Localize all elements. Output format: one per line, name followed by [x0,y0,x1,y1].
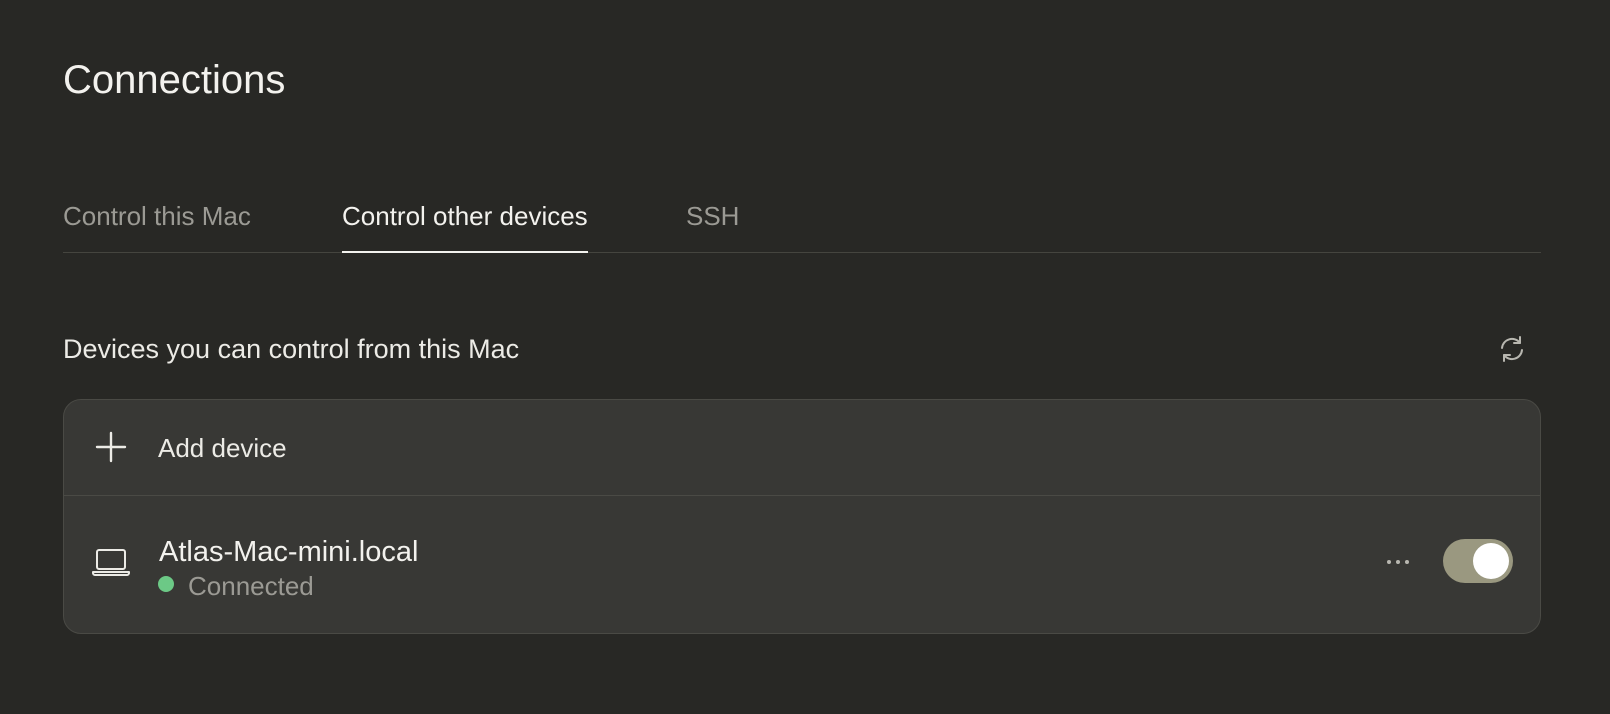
more-options-button[interactable] [1380,546,1416,578]
add-device-label: Add device [158,433,287,463]
device-status: Connected [188,571,314,601]
laptop-icon [92,549,130,576]
plus-icon [95,431,127,463]
refresh-button[interactable] [1494,331,1530,367]
device-name: Atlas-Mac-mini.local [159,536,419,568]
device-list: Add device Atlas-Mac-mini.local Connecte… [63,399,1541,634]
ellipsis-icon [1387,560,1391,564]
add-device-button[interactable]: Add device [64,400,1540,496]
refresh-icon [1501,336,1523,362]
tab-ssh[interactable]: SSH [686,190,739,252]
device-enable-toggle[interactable] [1443,539,1513,583]
status-indicator [158,576,174,592]
section-title: Devices you can control from this Mac [63,334,520,364]
toggle-knob [1473,543,1509,579]
page-title: Connections [63,58,286,102]
ellipsis-icon-dot [1396,560,1400,564]
device-row: Atlas-Mac-mini.local Connected [64,496,1540,633]
ellipsis-icon-dot [1405,560,1409,564]
tab-bar: Control this Mac Control other devices S… [63,190,1541,253]
tab-control-other-devices[interactable]: Control other devices [342,190,588,253]
tab-control-this-mac[interactable]: Control this Mac [63,190,251,252]
